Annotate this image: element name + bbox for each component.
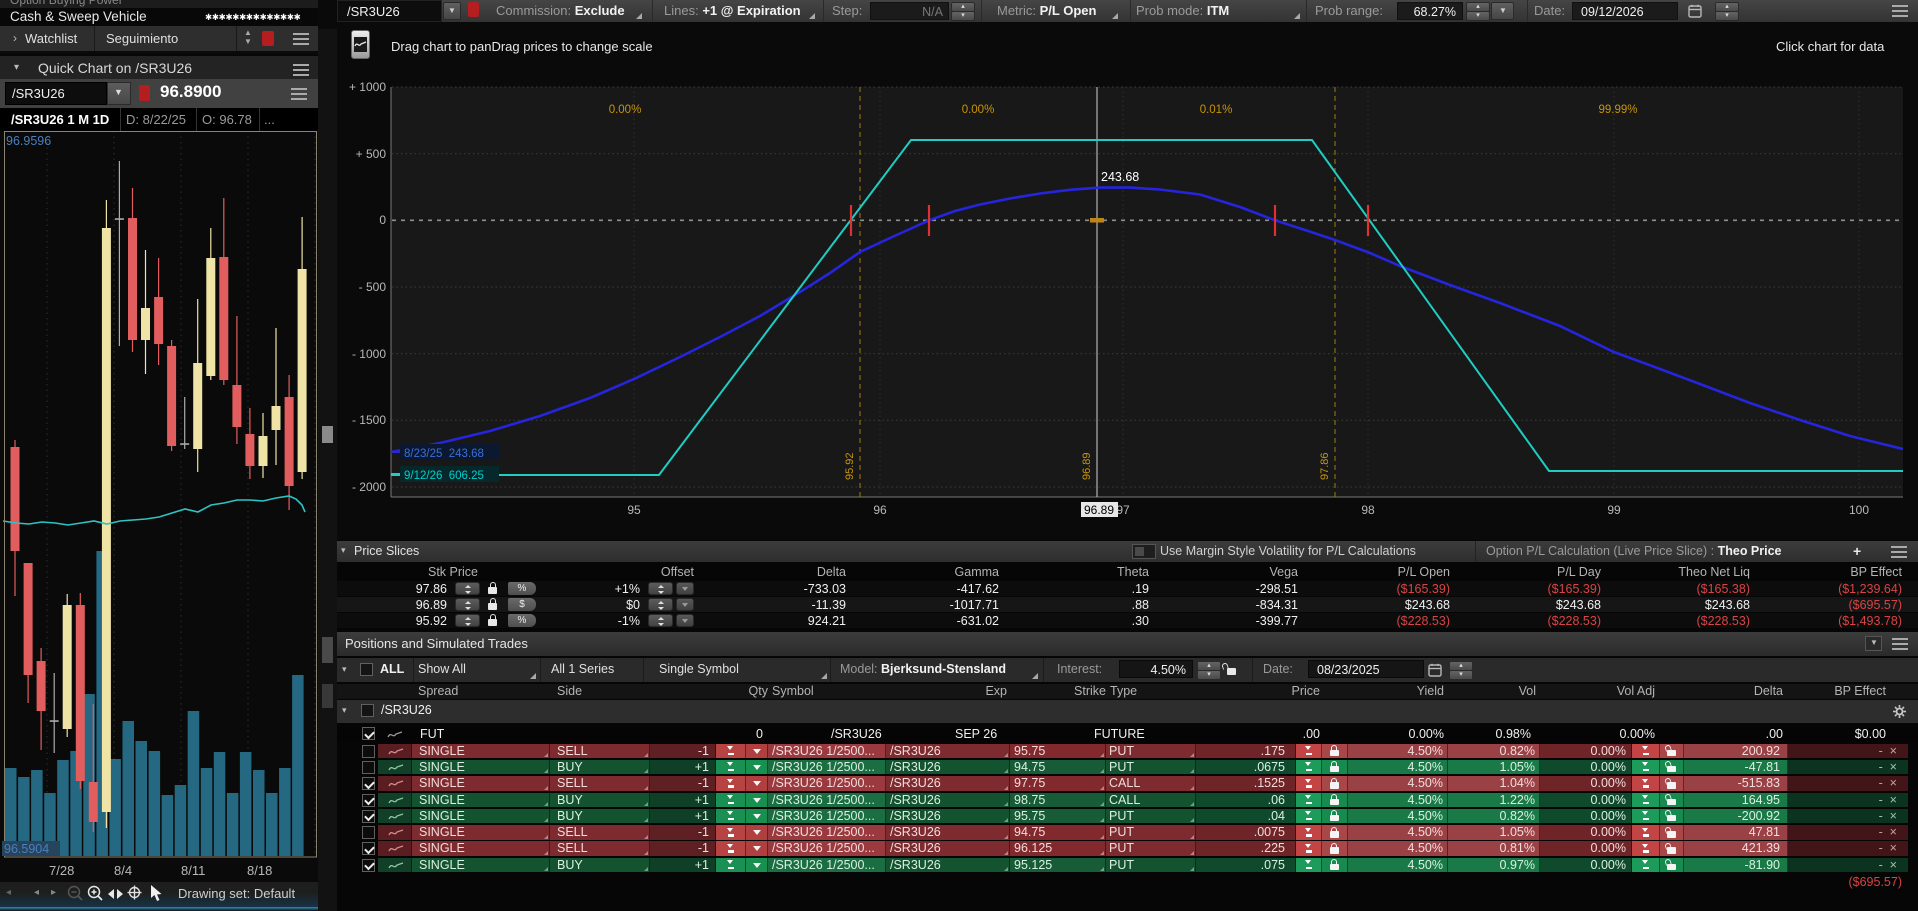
svg-text:0.01%: 0.01% [1200,104,1233,116]
svg-text:96.89: 96.89 [1081,452,1093,480]
svg-text:- 1500: - 1500 [352,413,386,427]
svg-text:8/23/25 243.68: 8/23/25 243.68 [404,448,484,460]
svg-text:0.00%: 0.00% [609,104,642,116]
svg-text:96.89: 96.89 [1084,503,1114,517]
svg-text:+ 500: + 500 [356,147,387,161]
svg-text:97: 97 [1116,503,1130,517]
svg-text:99.99%: 99.99% [1598,104,1637,116]
svg-text:97.86: 97.86 [1319,452,1331,480]
svg-text:0: 0 [379,213,386,227]
svg-text:- 500: - 500 [359,280,387,294]
svg-text:96: 96 [873,503,887,517]
svg-text:100: 100 [1849,503,1869,517]
svg-text:9/12/26 606.25: 9/12/26 606.25 [404,470,484,482]
svg-text:0.00%: 0.00% [962,104,995,116]
svg-text:95.92: 95.92 [844,452,856,480]
svg-text:- 2000: - 2000 [352,480,386,494]
svg-text:98: 98 [1361,503,1375,517]
svg-text:- 1000: - 1000 [352,347,386,361]
svg-text:96.5904: 96.5904 [4,842,49,856]
svg-text:95: 95 [627,503,641,517]
svg-text:99: 99 [1607,503,1621,517]
svg-text:243.68: 243.68 [1101,170,1139,184]
svg-text:+ 1000: + 1000 [349,80,386,94]
svg-text:96.9596: 96.9596 [6,134,51,148]
